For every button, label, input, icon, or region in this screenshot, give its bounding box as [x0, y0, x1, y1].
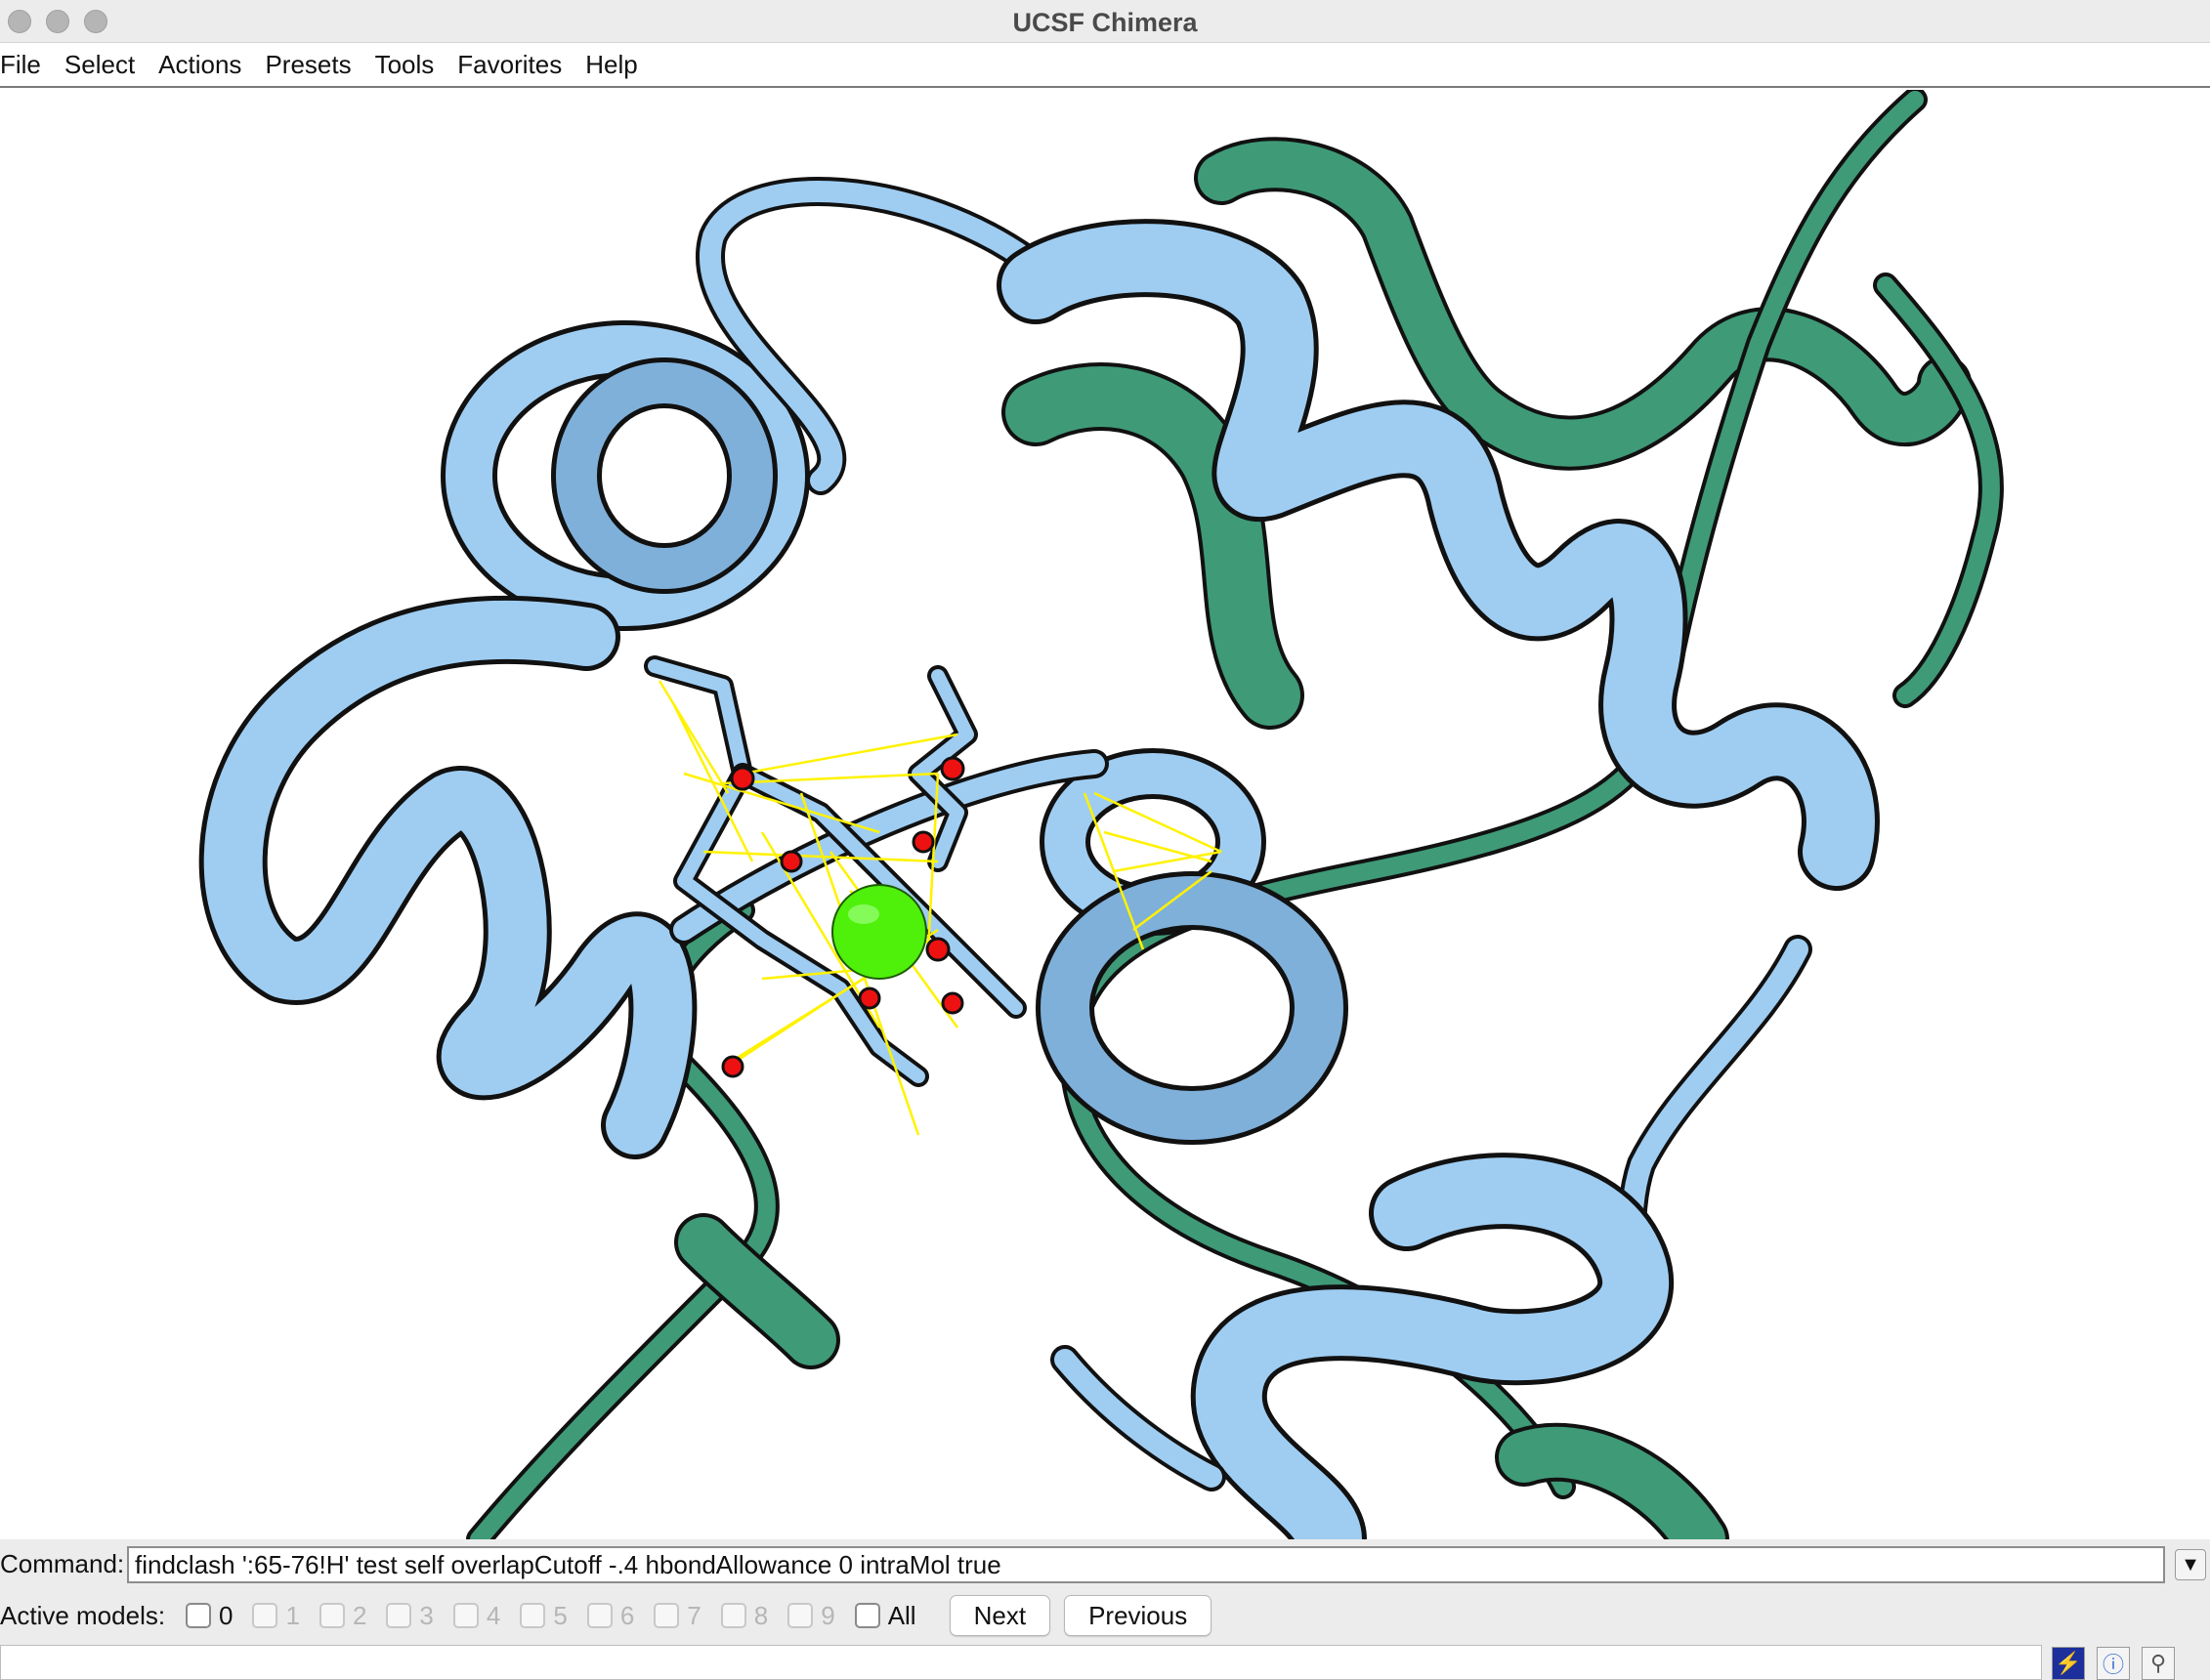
checkbox-icon	[252, 1603, 278, 1628]
molecule-ribbon-scene	[198, 90, 2004, 1539]
status-bar: ⚡ ⓘ ⚲	[0, 1643, 2210, 1680]
model-checkbox-9: 9	[787, 1600, 835, 1631]
model-checkbox-8: 8	[720, 1600, 769, 1631]
model-number-label: 8	[753, 1600, 769, 1630]
command-label: Command:	[0, 1548, 125, 1578]
window-title: UCSF Chimera	[1012, 8, 1198, 37]
model-number-label: 6	[619, 1600, 635, 1630]
command-line-row: Command: ▼	[0, 1539, 2210, 1588]
model-checkbox-1: 1	[252, 1600, 300, 1631]
checkbox-icon	[386, 1603, 412, 1628]
info-icon[interactable]: ⓘ	[2097, 1647, 2130, 1680]
menu-bar: File Select Actions Presets Tools Favori…	[0, 43, 2210, 88]
model-checkbox-7: 7	[654, 1601, 701, 1631]
checkbox-icon	[787, 1603, 814, 1628]
menu-file[interactable]: File	[0, 42, 53, 87]
model-number-label: 7	[687, 1600, 701, 1630]
all-checkbox[interactable]	[854, 1603, 880, 1628]
stick-residues	[644, 655, 1027, 1087]
menu-tools[interactable]: Tools	[363, 42, 446, 87]
all-label: All	[887, 1600, 916, 1630]
model-number-label: 2	[352, 1600, 367, 1630]
menu-favorites[interactable]: Favorites	[446, 42, 574, 87]
checkbox-icon	[654, 1603, 680, 1628]
calcium-ion-sphere	[831, 884, 927, 980]
checkbox-icon	[720, 1603, 746, 1628]
model-checkbox-2: 2	[319, 1601, 366, 1631]
magnifier-icon[interactable]: ⚲	[2142, 1647, 2175, 1680]
checkbox-icon	[520, 1603, 546, 1628]
graphics-viewer[interactable]	[0, 90, 2210, 1539]
model-number-label: 4	[486, 1600, 501, 1630]
model-checkbox-group: ✓ 0 1 2 3 4 5 6 7 8 9	[186, 1601, 855, 1631]
model-checkbox-all[interactable]: All	[854, 1600, 916, 1631]
checkbox-icon	[452, 1603, 479, 1628]
model-checkbox-4: 4	[452, 1600, 501, 1631]
active-models-row: Active models: ✓ 0 1 2 3 4 5 6 7 8 9 All Next Prev…	[0, 1588, 2210, 1643]
model-number-label: 5	[553, 1600, 568, 1630]
checkbox-icon[interactable]: ✓	[186, 1603, 211, 1628]
lightning-icon[interactable]: ⚡	[2052, 1647, 2085, 1680]
next-button[interactable]: Next	[949, 1595, 1051, 1636]
menu-help[interactable]: Help	[574, 42, 649, 87]
model-number-label: 1	[285, 1600, 300, 1630]
checkbox-icon	[586, 1603, 613, 1628]
model-checkbox-0[interactable]: ✓ 0	[186, 1601, 233, 1631]
model-number-label: 3	[419, 1600, 434, 1630]
model-number-label: 0	[219, 1600, 234, 1630]
menu-presets[interactable]: Presets	[253, 42, 362, 87]
command-input[interactable]	[127, 1546, 2165, 1583]
checkbox-icon	[319, 1603, 345, 1628]
model-checkbox-5: 5	[520, 1600, 568, 1631]
model-checkbox-3: 3	[386, 1600, 434, 1631]
model-checkbox-6: 6	[586, 1600, 635, 1631]
previous-button[interactable]: Previous	[1064, 1595, 1212, 1636]
status-message	[0, 1645, 2042, 1680]
command-history-dropdown[interactable]: ▼	[2175, 1549, 2206, 1580]
triangle-down-icon: ▼	[2181, 1553, 2200, 1575]
active-models-label: Active models:	[0, 1600, 166, 1630]
title-bar: UCSF Chimera	[0, 0, 2210, 43]
menu-select[interactable]: Select	[53, 42, 147, 87]
menu-actions[interactable]: Actions	[147, 42, 253, 87]
model-number-label: 9	[821, 1600, 835, 1630]
